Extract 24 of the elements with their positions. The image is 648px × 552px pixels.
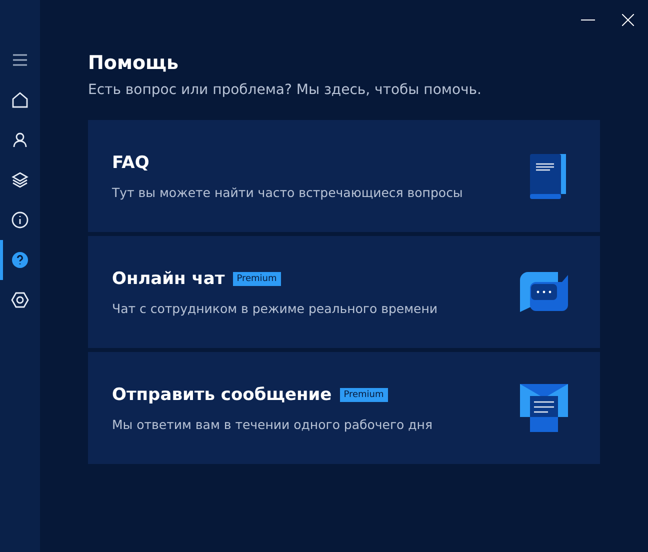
premium-badge: Premium <box>232 272 281 286</box>
help-icon <box>11 251 29 269</box>
user-icon <box>11 131 29 149</box>
close-icon <box>622 14 634 26</box>
home-icon <box>11 91 29 109</box>
page-title: Помощь <box>88 52 180 74</box>
page-subtitle: Есть вопрос или проблема? Мы здесь, чтобы помочь. <box>88 82 483 98</box>
card-description: Чат с сотрудником в режиме реального времени <box>112 300 438 316</box>
card-description: Тут вы можете найти часто встречающиеся вопросы <box>112 184 463 200</box>
help-option-card[interactable]: FAQ Тут вы можете найти часто встречающиеся вопросы <box>88 120 600 232</box>
settings-icon <box>11 291 29 309</box>
mail-icon <box>520 384 568 432</box>
help-option-card[interactable]: Онлайн чат Premium Чат с сотрудником в режиме реального времени <box>88 236 600 348</box>
card-title: Онлайн чат <box>112 268 225 288</box>
info-icon <box>11 211 29 229</box>
book-icon <box>530 152 568 200</box>
help-option-card[interactable]: Отправить сообщение Premium Мы ответим вам в течении одного рабочего дня <box>88 352 600 464</box>
premium-badge: Premium <box>340 388 388 402</box>
card-title: FAQ <box>112 152 150 172</box>
chat-icon <box>520 272 568 312</box>
card-description: Мы ответим вам в течении одного рабочего дня <box>112 416 432 432</box>
card-title: Отправить сообщение <box>112 384 332 404</box>
minimize-icon <box>581 19 595 21</box>
layers-icon <box>11 171 29 189</box>
